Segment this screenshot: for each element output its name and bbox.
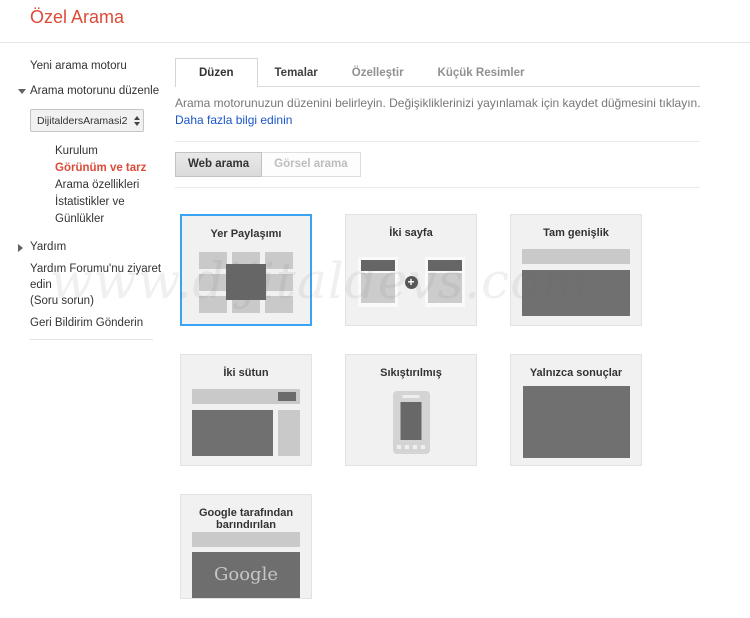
sidebar-item-arama-ozellikleri[interactable]: Arama özellikleri <box>55 177 168 194</box>
tab-bar: Düzen Temalar Özelleştir Küçük Resimler <box>175 52 700 87</box>
header-divider <box>0 42 750 43</box>
layout-card-label: Sıkıştırılmış <box>380 367 442 379</box>
sidebar-item-help-forum[interactable]: Yardım Forumu'nu ziyaret edin <box>30 261 164 293</box>
engine-select[interactable]: DijitaldersAramasi2 <box>30 109 144 132</box>
sidebar-item-help[interactable]: Yardım <box>18 241 170 253</box>
layout-card-label: Tam genişlik <box>543 227 609 239</box>
layout-card-two-page[interactable]: İki sayfa <box>345 214 477 326</box>
google-logo: Google <box>192 551 300 598</box>
plus-icon <box>404 275 418 289</box>
two-page-layout-icon <box>357 257 465 307</box>
two-column-layout-icon <box>192 388 300 456</box>
page-title: Özel Arama <box>30 7 125 27</box>
main-content: Düzen Temalar Özelleştir Küçük Resimler … <box>175 52 701 599</box>
tab-temalar[interactable]: Temalar <box>258 59 335 87</box>
sidebar: Yeni arama motoru Arama motorunu düzenle… <box>18 52 170 340</box>
sidebar-divider <box>30 339 153 340</box>
sidebar-item-ask-question[interactable]: (Soru sorun) <box>30 293 170 309</box>
chevron-down-icon <box>18 85 30 94</box>
sidebar-item-gorunum-ve-tarz[interactable]: Görünüm ve tarz <box>55 160 168 177</box>
layout-card-label: Google tarafından barındırılan <box>198 507 294 531</box>
layout-card-full-width[interactable]: Tam genişlik <box>510 214 642 326</box>
chevron-right-icon <box>18 241 30 252</box>
section-divider <box>175 141 700 142</box>
sidebar-item-label: Yardım <box>30 241 67 253</box>
mobile-phone-icon <box>392 390 430 454</box>
results-only-layout-icon <box>522 386 630 458</box>
sidebar-item-label: Arama motorunu düzenle <box>30 85 160 97</box>
sidebar-item-edit-engine[interactable]: Arama motorunu düzenle <box>18 85 170 97</box>
layout-card-google-hosted[interactable]: Google tarafından barındırılan Google <box>180 494 312 599</box>
learn-more-link[interactable]: Daha fazla bilgi edinin <box>175 113 292 127</box>
tab-kucuk-resimler[interactable]: Küçük Resimler <box>421 59 542 87</box>
layout-card-grid: Yer Paylaşımı İki sayfa + Tam genişlik İ… <box>180 214 700 599</box>
search-type-toggle: Web arama Görsel arama <box>175 152 700 177</box>
image-search-button[interactable]: Görsel arama <box>261 152 361 177</box>
layout-card-label: Yalnızca sonuçlar <box>529 367 623 379</box>
layout-card-compact[interactable]: Sıkıştırılmış <box>345 354 477 466</box>
custom-search-admin-page: Özel Arama www.dijitaldevs.com Yeni aram… <box>0 0 750 618</box>
layout-card-results-only[interactable]: Yalnızca sonuçlar <box>510 354 642 466</box>
sidebar-item-kurulum[interactable]: Kurulum <box>55 143 168 160</box>
layout-card-overlay[interactable]: Yer Paylaşımı <box>180 214 312 326</box>
layout-card-two-column[interactable]: İki sütun <box>180 354 312 466</box>
layout-description: Arama motorunuzun düzenini belirleyin. D… <box>175 96 701 110</box>
tab-ozellestir[interactable]: Özelleştir <box>335 59 421 87</box>
layout-card-label: İki sayfa <box>389 227 433 239</box>
web-search-button[interactable]: Web arama <box>175 152 263 177</box>
sidebar-section-list: Kurulum Görünüm ve tarz Arama özellikler… <box>55 143 168 228</box>
sidebar-item-istatistikler[interactable]: İstatistikler ve Günlükler <box>55 194 168 228</box>
select-spinner-icon <box>134 115 140 126</box>
overlay-layout-icon <box>199 251 293 313</box>
layout-card-label: İki sütun <box>223 367 269 379</box>
full-width-layout-icon <box>522 248 630 316</box>
sidebar-item-new-engine[interactable]: Yeni arama motoru <box>30 60 170 72</box>
google-hosted-layout-icon: Google <box>192 531 300 598</box>
section-divider <box>175 187 700 188</box>
layout-card-label: Yer Paylaşımı <box>210 228 282 240</box>
tab-duzen[interactable]: Düzen <box>175 58 258 87</box>
engine-select-value: DijitaldersAramasi2 <box>37 114 128 127</box>
sidebar-item-send-feedback[interactable]: Geri Bildirim Gönderin <box>30 317 170 329</box>
